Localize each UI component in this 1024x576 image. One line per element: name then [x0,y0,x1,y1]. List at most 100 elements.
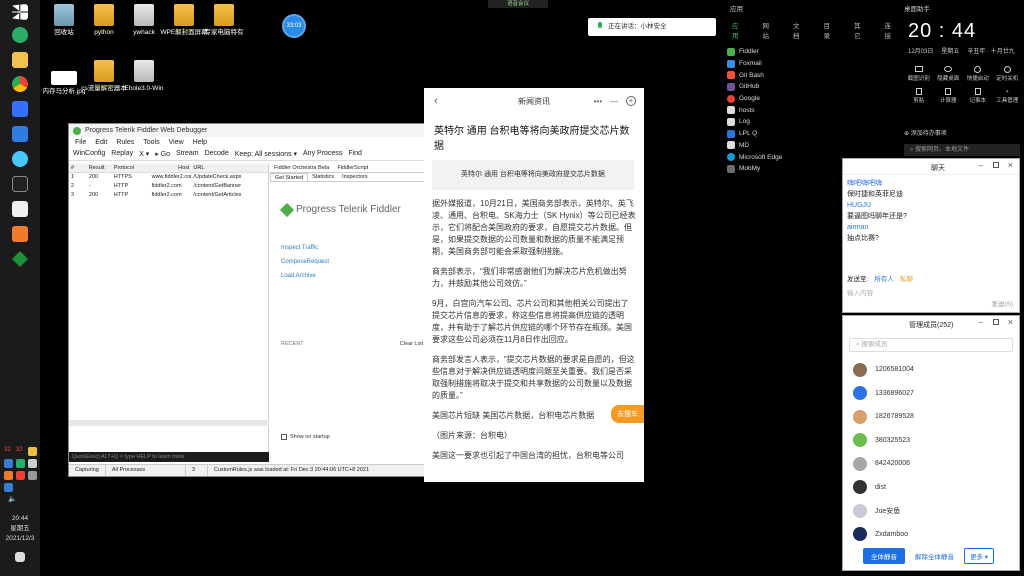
mute-all-button[interactable]: 全体静音 [863,548,905,564]
tab-statistics[interactable]: Statistics [308,173,338,181]
wechat-icon[interactable] [12,27,28,43]
app-item-lpl[interactable]: LPL Q [724,128,897,140]
volume-icon[interactable]: 🔈 [8,495,17,504]
status-process-filter[interactable]: All Processes [106,465,186,476]
notes-icon[interactable] [12,201,28,217]
replay-button[interactable]: Replay [111,150,133,160]
app-item-foxmail[interactable]: Foxmail [724,58,897,70]
tab-inspectors[interactable]: Inspectors [338,173,371,181]
list-item[interactable]: Zxdamboo [843,523,1019,547]
quickexec-input[interactable]: QuickExec] ALT+Q > type HELP to learn mo… [69,452,269,462]
app-item-git-bash[interactable]: Git Bash [724,69,897,81]
tool-notepad[interactable]: 记事本 [963,88,993,104]
find-button[interactable]: Find [348,150,362,160]
tool-screenshot[interactable]: 截图识别 [904,66,934,82]
menu-tools[interactable]: Tools [143,139,159,148]
close-icon[interactable]: × [1008,160,1013,170]
tray-app-icon[interactable] [28,471,37,480]
app-item-fiddler[interactable]: Fiddler [724,46,897,58]
inspect-traffic-link[interactable]: Inspect Traffic [281,245,425,251]
minimize-icon[interactable]: – [979,161,983,170]
tool-hide-desktop[interactable]: 隐藏桌面 [934,66,964,82]
meeting-top-bar[interactable]: 语音会议 [488,0,548,8]
taskbar-clock[interactable]: 20:44 星期五 2021/12/3 [0,514,40,544]
join-button[interactable]: 去搜车 [611,405,644,423]
green-app-icon[interactable] [12,251,28,267]
maximize-icon[interactable] [993,162,999,168]
winconfig-button[interactable]: WinConfig [73,150,105,160]
list-item[interactable]: 1826789528 [843,405,1019,429]
column-host[interactable]: Host [150,164,192,172]
remove-button[interactable]: X ▾ [139,150,149,160]
table-row[interactable]: 3 200 HTTP fiddler2.com /content/GetArti… [69,191,268,200]
network-icon[interactable] [4,483,13,492]
menu-file[interactable]: File [75,139,86,148]
app-item-md[interactable]: MD [724,140,897,152]
minimize-icon[interactable]: – [979,318,983,327]
lark-icon[interactable] [12,101,28,117]
add-task-button[interactable]: ⊕ 添加待办事项 [904,128,947,137]
recipient-dropdown[interactable]: 所有人 [874,273,894,283]
chrome-icon[interactable] [12,76,28,92]
tray-app-icon[interactable] [16,471,25,480]
list-item[interactable]: 1336896027 [843,382,1019,406]
fiddler-titlebar[interactable]: Progress Telerik Fiddler Web Debugger [69,124,425,137]
tab-orchestra[interactable]: Fiddler Orchestra Beta [270,164,333,172]
members-titlebar[interactable]: 管理成员(252) – × [843,316,1019,332]
close-icon[interactable]: × [1008,317,1013,327]
show-on-startup-checkbox[interactable]: Show on startup [281,434,330,440]
any-process-button[interactable]: Any Process [303,150,342,160]
chat-titlebar[interactable]: 聊天 – × [843,159,1019,175]
tray-badge[interactable]: 32 [4,447,13,456]
keep-sessions-dropdown[interactable]: Keep: All sessions ▾ [235,150,297,160]
menu-rules[interactable]: Rules [116,139,134,148]
load-archive-link[interactable]: Load Archive [281,273,425,279]
list-item[interactable]: 380325523 [843,429,1019,453]
menu-help[interactable]: Help [193,139,207,148]
minimize-icon[interactable]: — [610,97,618,106]
tab-connect[interactable]: 连接 [885,20,898,40]
tool-manage[interactable]: + 工具管理 [993,88,1023,104]
app-icon[interactable] [12,151,28,167]
list-item[interactable]: 1206581004 [843,358,1019,382]
horizontal-scrollbar[interactable] [69,420,269,426]
tray-app-icon[interactable] [4,471,13,480]
add-icon[interactable]: + [626,96,636,106]
table-row[interactable]: 1 200 HTTPS www.fiddler2.com /UpdateChec… [69,173,268,182]
tab-websites[interactable]: 网站 [763,20,776,40]
desktop-icon-expert[interactable]: 专家电脑特有 [200,4,248,37]
member-search-input[interactable]: ⌕ 搜索成员 [849,338,1013,352]
app-item-google[interactable]: Google [724,93,897,105]
floating-timer-badge[interactable]: 33:03 [282,14,306,38]
desktop-icon-ehole[interactable]: Ehole3.0-Win [120,60,168,93]
menu-view[interactable]: View [169,139,184,148]
tab-documents[interactable]: 文档 [793,20,806,40]
tray-app-icon[interactable] [16,459,25,468]
tab-get-started[interactable]: Get Started [270,173,309,181]
tool-calculator[interactable]: 计算器 [934,88,964,104]
tray-badge[interactable]: 32 [16,447,25,456]
status-capturing[interactable]: Capturing [69,465,106,476]
stream-button[interactable]: Stream [176,150,199,160]
tray-app-icon[interactable] [4,459,13,468]
table-row[interactable]: 2 - HTTP fiddler2.com /content/GetBanner [69,182,268,191]
compose-request-link[interactable]: ComposeRequest [281,259,425,265]
private-chat-button[interactable]: 私聊 [900,273,913,283]
list-item[interactable]: Jue安鱼 [843,499,1019,523]
tool-clipboard[interactable]: 剪贴 [904,88,934,104]
app-item-github[interactable]: GitHub [724,81,897,93]
file-explorer-icon[interactable] [12,52,28,68]
back-icon[interactable]: ‹ [434,95,438,107]
tab-other[interactable]: 其它 [854,20,867,40]
windows-start-icon[interactable] [12,4,28,20]
send-button[interactable]: 发送(S) [991,298,1013,308]
tray-app-icon[interactable] [28,459,37,468]
column-url[interactable]: URL [191,164,268,172]
list-item[interactable]: 842420006 [843,452,1019,476]
clear-list-link[interactable]: Clear List [400,341,423,347]
chat-input[interactable]: 输入内容 [847,287,873,297]
decode-button[interactable]: Decode [205,150,229,160]
column-result[interactable]: Result [87,164,112,172]
tool-quick-launch[interactable]: 快捷启动 [963,66,993,82]
unmute-all-button[interactable]: 解除全体静音 [915,551,954,561]
